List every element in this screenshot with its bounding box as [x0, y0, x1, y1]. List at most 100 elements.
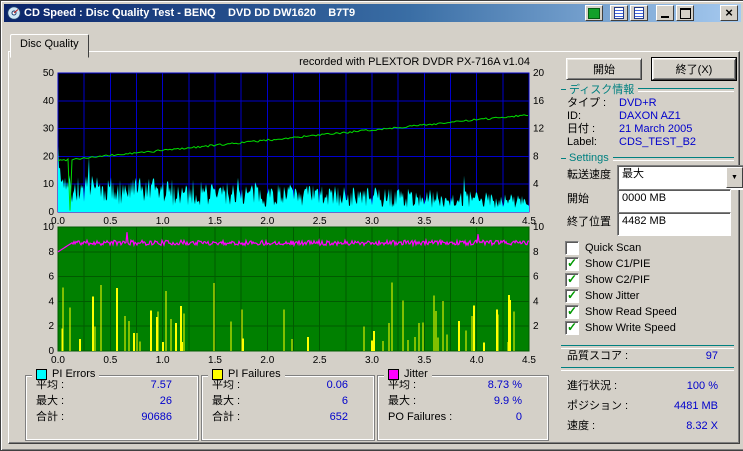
quick-scan-checkbox[interactable] — [565, 241, 579, 255]
dropdown-button[interactable]: ▼ — [726, 167, 743, 188]
svg-text:20: 20 — [43, 151, 55, 162]
disc-info-header: ディスク情報 — [561, 83, 734, 96]
jitter-legend: Jitter — [384, 368, 432, 380]
position-row: ポジション : 4481 MB — [567, 400, 718, 412]
checkbox-label: Quick Scan — [585, 242, 642, 254]
svg-text:8: 8 — [48, 247, 54, 258]
start-button[interactable]: 開始 — [566, 58, 642, 80]
show-write-speed-checkbox[interactable] — [565, 320, 579, 335]
show-c1-pie-option[interactable]: Show C1/PIE — [565, 256, 651, 271]
jitter-stats: Jitter 平均 :8.73 % 最大 :9.9 % PO Failures … — [377, 368, 549, 441]
checkbox-label: Show Write Speed — [585, 322, 676, 334]
position-label: ポジション : — [567, 400, 629, 412]
speed-label: 速度 : — [567, 420, 596, 432]
show-write-speed-option[interactable]: Show Write Speed — [565, 320, 676, 335]
stat-row: 最大 :6 — [212, 395, 348, 407]
svg-text:4: 4 — [48, 296, 54, 307]
svg-text:30: 30 — [43, 124, 55, 135]
speed-value: 8.32 X — [686, 420, 718, 432]
svg-text:4.5: 4.5 — [522, 355, 536, 366]
pi-failures-legend: PI Failures — [208, 368, 285, 380]
control-panel: 開始 終了(X) ディスク情報 タイプ : DVD+R ID: DAXON AZ1 … — [557, 53, 743, 441]
progress-value: 100 % — [686, 380, 718, 392]
tab-disc-quality[interactable]: Disc Quality — [10, 34, 89, 58]
separator — [561, 367, 734, 371]
minimize-icon — [661, 15, 669, 18]
window-title: CD Speed : Disc Quality Test - BENQ DVD … — [24, 7, 356, 19]
svg-text:4: 4 — [533, 179, 539, 190]
speed-select[interactable]: 最大 ▼ — [617, 165, 743, 190]
show-c1-pie-checkbox[interactable] — [565, 256, 579, 271]
svg-text:40: 40 — [43, 96, 55, 107]
svg-text:10: 10 — [43, 223, 55, 233]
close-button[interactable]: × — [720, 5, 738, 21]
svg-text:3.0: 3.0 — [365, 355, 379, 366]
checkbox-label: Show C1/PIE — [585, 258, 651, 270]
stat-row: 最大 :26 — [36, 395, 172, 407]
exit-button[interactable]: 終了(X) — [651, 57, 737, 81]
checkbox-label: Show C2/PIF — [585, 274, 650, 286]
end-position-label: 終了位置 — [567, 216, 611, 228]
legend-label: Jitter — [404, 368, 428, 380]
app-window: CD Speed : Disc Quality Test - BENQ DVD … — [0, 0, 743, 451]
svg-text:10: 10 — [43, 179, 55, 190]
start-position-field[interactable]: 0000 MB — [617, 189, 731, 213]
show-c2-pif-option[interactable]: Show C2/PIF — [565, 272, 650, 287]
show-read-speed-checkbox[interactable] — [565, 304, 579, 319]
svg-text:0.0: 0.0 — [51, 355, 65, 366]
show-jitter-checkbox[interactable] — [565, 288, 579, 303]
document-icon — [634, 7, 644, 19]
pi-errors-legend: PI Errors — [32, 368, 100, 380]
svg-text:3.5: 3.5 — [417, 355, 431, 366]
svg-text:12: 12 — [533, 124, 545, 135]
disc-label-row: Label: CDS_TEST_B2 — [567, 136, 697, 148]
maximize-button[interactable] — [676, 5, 694, 21]
legend-label: PI Errors — [52, 368, 96, 380]
svg-text:10: 10 — [533, 223, 545, 233]
svg-text:0.5: 0.5 — [103, 355, 117, 366]
stat-row: 平均 :0.06 — [212, 379, 348, 391]
svg-text:2.5: 2.5 — [313, 355, 327, 366]
svg-text:6: 6 — [533, 272, 539, 283]
page-icon-button-2[interactable] — [630, 5, 648, 21]
end-position-field[interactable]: 4482 MB — [617, 212, 731, 236]
checkbox-label: Show Read Speed — [585, 306, 677, 318]
progress-row: 進行状況 : 100 % — [567, 380, 718, 392]
disc-type-row: タイプ : DVD+R — [567, 97, 657, 109]
titlebar: CD Speed : Disc Quality Test - BENQ DVD … — [4, 4, 741, 22]
start-position-label: 開始 — [567, 193, 589, 205]
pi-failures-swatch — [212, 368, 223, 380]
chart-icon-button[interactable] — [585, 5, 603, 21]
disc-date-row: 日付 :21 March 2005 — [567, 123, 693, 135]
show-c2-pif-checkbox[interactable] — [565, 272, 579, 287]
green-square-icon — [588, 7, 600, 19]
stat-row: 平均 :7.57 — [36, 379, 172, 391]
minimize-button[interactable] — [656, 5, 674, 21]
transfer-speed-label: 転送速度 — [567, 169, 611, 181]
svg-text:1.5: 1.5 — [208, 355, 222, 366]
stat-row: 合計 :90686 — [36, 411, 172, 423]
show-read-speed-option[interactable]: Show Read Speed — [565, 304, 677, 319]
page-icon-button-1[interactable] — [610, 5, 628, 21]
quality-score-label: 品質スコア : — [567, 350, 629, 362]
svg-text:8: 8 — [533, 247, 539, 258]
svg-text:2: 2 — [533, 321, 539, 332]
svg-text:20: 20 — [533, 69, 545, 79]
svg-text:4.0: 4.0 — [470, 355, 484, 366]
disc-id-row: ID: DAXON AZ1 — [567, 110, 681, 122]
progress-label: 進行状況 : — [567, 380, 618, 392]
pi-errors-swatch — [36, 368, 47, 380]
svg-text:4: 4 — [533, 296, 539, 307]
maximize-icon — [679, 7, 691, 19]
quality-score-row: 品質スコア : 97 — [567, 350, 718, 362]
pi-failures-stats: PI Failures 平均 :0.06 最大 :6 合計 :652 — [201, 368, 375, 441]
svg-text:6: 6 — [48, 272, 54, 283]
settings-header: Settings — [561, 152, 734, 164]
svg-text:1.0: 1.0 — [156, 355, 170, 366]
show-jitter-option[interactable]: Show Jitter — [565, 288, 639, 303]
pi-errors-chart: 01020304050481216200.0 0.5 1.0 1.5 2.0 2.5 3.0… — [43, 69, 545, 227]
pi-failures-jitter-chart: 02468102468100.0 0.5 1.0 1.5 2.0 2.5 3.0 3.5 4.0… — [43, 223, 545, 366]
stat-row: 合計 :652 — [212, 411, 348, 423]
app-icon — [7, 6, 21, 20]
quick-scan-option[interactable]: Quick Scan — [565, 241, 641, 255]
